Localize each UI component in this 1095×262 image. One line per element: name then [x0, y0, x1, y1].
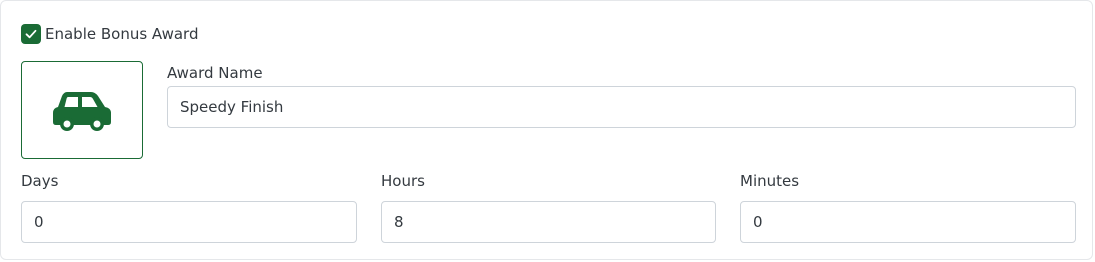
hours-label: Hours: [381, 172, 425, 190]
enable-bonus-row: Enable Bonus Award: [21, 24, 198, 44]
award-name-input[interactable]: [167, 86, 1076, 128]
enable-bonus-checkbox[interactable]: [21, 24, 41, 44]
award-icon-picker[interactable]: [21, 61, 143, 159]
checkmark-icon: [25, 29, 37, 39]
days-input[interactable]: [21, 201, 357, 243]
enable-bonus-label[interactable]: Enable Bonus Award: [45, 24, 198, 44]
hours-input[interactable]: [381, 201, 716, 243]
minutes-label: Minutes: [740, 172, 800, 190]
award-name-label: Award Name: [167, 64, 263, 82]
days-label: Days: [21, 172, 59, 190]
car-icon: [53, 92, 111, 131]
bonus-award-card: Enable Bonus Award Award Name Days Hours…: [0, 0, 1093, 260]
minutes-input[interactable]: [740, 201, 1076, 243]
